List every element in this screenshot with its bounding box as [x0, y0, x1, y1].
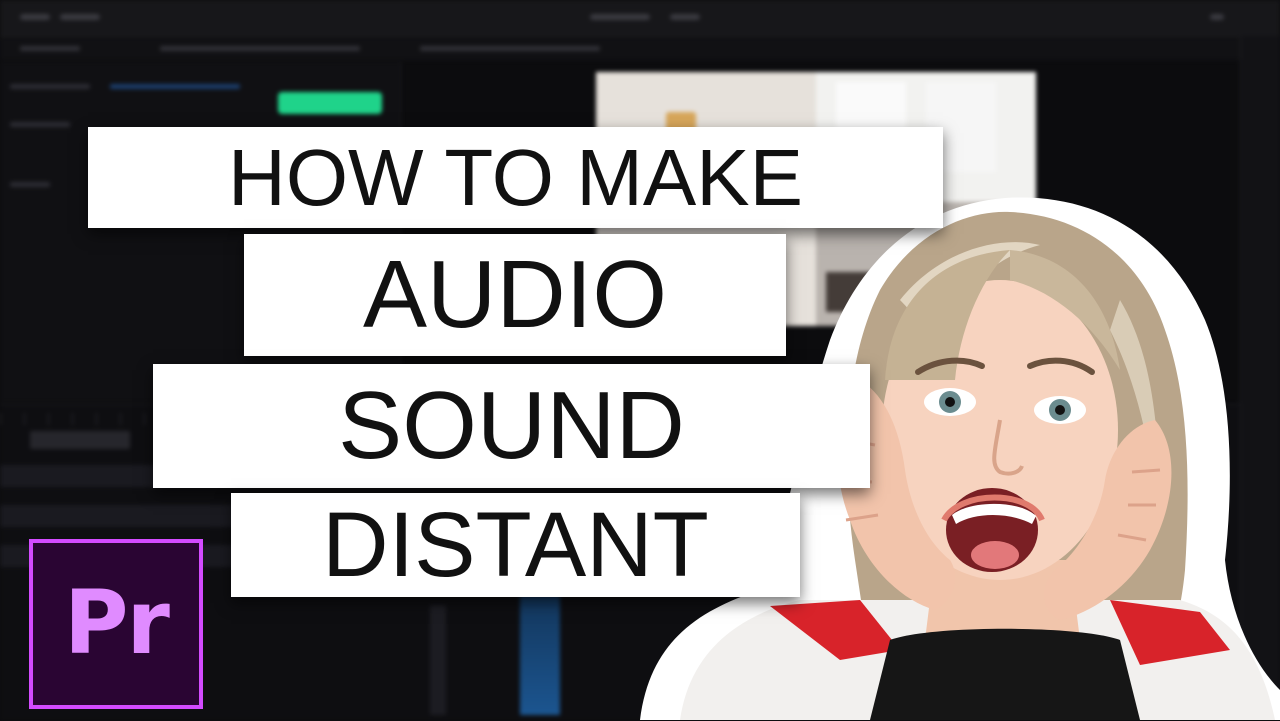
right-tools-panel	[1240, 36, 1280, 720]
logo-text: Pr	[64, 570, 170, 674]
title-line-sound: SOUND	[153, 364, 870, 488]
title-line-distant: DISTANT	[231, 493, 800, 597]
audio-meter	[520, 595, 560, 715]
editor-menu-bar	[0, 0, 1280, 37]
editor-toolbar	[0, 38, 1240, 60]
title-line-audio: AUDIO	[244, 234, 786, 356]
adobe-premiere-pro-icon: Pr	[29, 539, 203, 709]
keyframe-clip-bar	[278, 92, 382, 114]
title-line-how-to-make: HOW TO MAKE	[88, 127, 943, 228]
